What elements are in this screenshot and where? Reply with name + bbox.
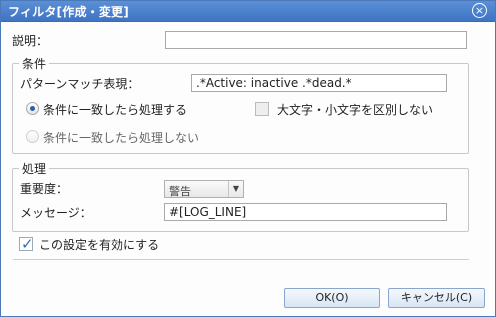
case-insensitive-checkbox[interactable] bbox=[255, 102, 269, 116]
radio-nomatch-label[interactable]: 条件に一致したら処理しない bbox=[43, 129, 199, 146]
pattern-label: パターンマッチ表現： bbox=[20, 77, 140, 91]
radio-match-button[interactable] bbox=[26, 102, 39, 115]
process-group: 処理 重要度： 警告 ▼ メッセージ： bbox=[12, 160, 469, 232]
priority-label: 重要度： bbox=[20, 182, 69, 196]
priority-value: 警告 bbox=[169, 185, 191, 198]
message-input[interactable] bbox=[164, 203, 447, 221]
condition-group: 条件 パターンマッチ表現： 条件に一致したら処理する 大文字・小文字を区別しない… bbox=[12, 55, 469, 154]
radio-nomatch-button[interactable] bbox=[26, 130, 39, 143]
radio-match-label[interactable]: 条件に一致したら処理する bbox=[43, 101, 187, 118]
process-legend: 処理 bbox=[19, 160, 50, 177]
checkmark-icon: ✓ bbox=[21, 235, 34, 253]
message-label: メッセージ： bbox=[20, 206, 92, 220]
condition-legend: 条件 bbox=[19, 55, 50, 72]
priority-select[interactable]: 警告 ▼ bbox=[164, 180, 244, 198]
enable-label[interactable]: この設定を有効にする bbox=[39, 236, 159, 253]
case-insensitive-label[interactable]: 大文字・小文字を区別しない bbox=[277, 101, 433, 118]
description-input[interactable] bbox=[165, 31, 467, 49]
enable-checkbox[interactable]: ✓ bbox=[19, 235, 34, 253]
cancel-button[interactable]: キャンセル(C) bbox=[388, 288, 485, 308]
ok-button[interactable]: OK(O) bbox=[284, 288, 380, 308]
dialog-title: フィルタ[作成・変更] bbox=[8, 5, 129, 19]
filter-dialog: フィルタ[作成・変更] × 説明： 条件 パターンマッチ表現： 条件に一致したら… bbox=[0, 0, 496, 317]
close-icon[interactable]: × bbox=[472, 3, 487, 18]
dialog-titlebar[interactable]: フィルタ[作成・変更] × bbox=[1, 1, 495, 22]
description-label: 説明： bbox=[12, 34, 49, 48]
separator bbox=[13, 259, 469, 260]
pattern-input[interactable] bbox=[191, 74, 447, 92]
chevron-down-icon[interactable]: ▼ bbox=[228, 181, 243, 197]
